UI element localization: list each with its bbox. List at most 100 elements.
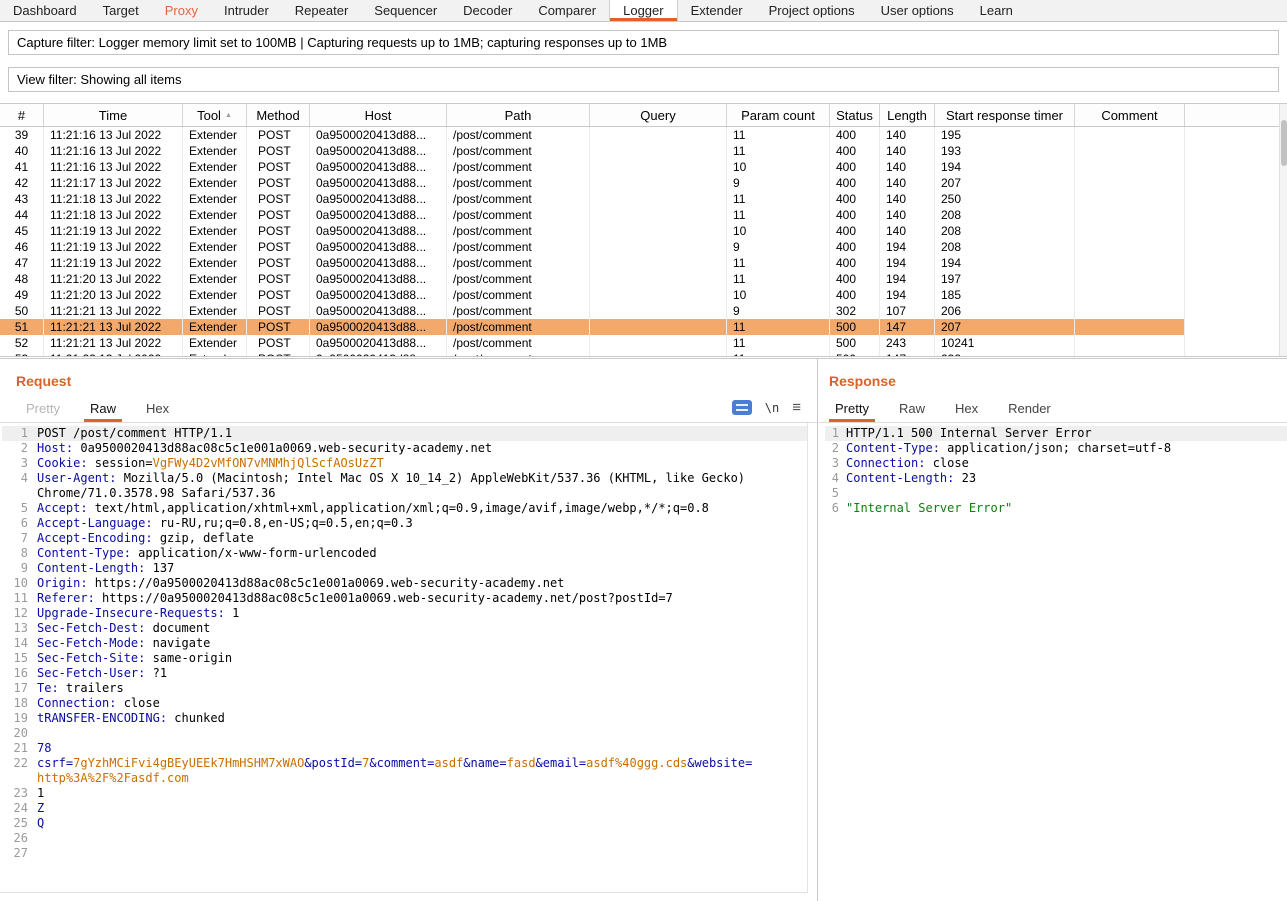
line-number: 6 xyxy=(2,516,28,531)
view-filter-bar[interactable]: View filter: Showing all items xyxy=(8,67,1279,92)
log-row-39[interactable]: 3911:21:16 13 Jul 2022ExtenderPOST0a9500… xyxy=(0,127,1279,143)
line-number: 3 xyxy=(825,456,839,471)
editor-settings-icon[interactable] xyxy=(732,400,752,415)
line-text: Origin: https://0a9500020413d88ac08c5c1e… xyxy=(37,576,754,591)
main-tab-proxy[interactable]: Proxy xyxy=(152,0,211,21)
row-filler xyxy=(1185,335,1279,351)
cell-comment xyxy=(1075,287,1185,303)
log-row-53[interactable]: 5311:21:22 13 Jul 2022ExtenderPOST0a9500… xyxy=(0,351,1279,357)
cell-host: 0a9500020413d88... xyxy=(310,223,447,239)
main-tab-learn[interactable]: Learn xyxy=(967,0,1026,21)
cell-length: 140 xyxy=(880,143,935,159)
cell-param-count: 9 xyxy=(727,239,830,255)
main-tab-extender[interactable]: Extender xyxy=(678,0,756,21)
line-number: 24 xyxy=(2,801,28,816)
main-tab-sequencer[interactable]: Sequencer xyxy=(361,0,450,21)
request-tab-hex[interactable]: Hex xyxy=(140,401,175,422)
log-row-48[interactable]: 4811:21:20 13 Jul 2022ExtenderPOST0a9500… xyxy=(0,271,1279,287)
log-row-45[interactable]: 4511:21:19 13 Jul 2022ExtenderPOST0a9500… xyxy=(0,223,1279,239)
column-header-comment[interactable]: Comment xyxy=(1075,104,1185,126)
log-row-40[interactable]: 4011:21:16 13 Jul 2022ExtenderPOST0a9500… xyxy=(0,143,1279,159)
log-row-46[interactable]: 4611:21:19 13 Jul 2022ExtenderPOST0a9500… xyxy=(0,239,1279,255)
cell-path: /post/comment xyxy=(447,223,590,239)
log-row-42[interactable]: 4211:21:17 13 Jul 2022ExtenderPOST0a9500… xyxy=(0,175,1279,191)
column-header-time[interactable]: Time xyxy=(44,104,183,126)
main-tab-intruder[interactable]: Intruder xyxy=(211,0,282,21)
log-row-50[interactable]: 5011:21:21 13 Jul 2022ExtenderPOST0a9500… xyxy=(0,303,1279,319)
line-number: 14 xyxy=(2,636,28,651)
scrollbar-thumb[interactable] xyxy=(1281,120,1287,166)
row-filler xyxy=(1185,175,1279,191)
log-row-52[interactable]: 5211:21:21 13 Jul 2022ExtenderPOST0a9500… xyxy=(0,335,1279,351)
line-text: POST /post/comment HTTP/1.1 xyxy=(37,426,754,441)
cell-tool: Extender xyxy=(183,335,247,351)
capture-filter-bar[interactable]: Capture filter: Logger memory limit set … xyxy=(8,30,1279,55)
table-vertical-scrollbar[interactable] xyxy=(1279,104,1287,356)
main-tab-user-options[interactable]: User options xyxy=(868,0,967,21)
main-tab-project-options[interactable]: Project options xyxy=(756,0,868,21)
column-header-method[interactable]: Method xyxy=(247,104,310,126)
response-tab-raw[interactable]: Raw xyxy=(893,401,931,422)
column-header-status[interactable]: Status xyxy=(830,104,880,126)
request-editor[interactable]: 1POST /post/comment HTTP/1.12Host: 0a950… xyxy=(0,423,808,893)
main-tab-logger[interactable]: Logger xyxy=(609,0,677,21)
line-text: Q xyxy=(37,816,754,831)
line-number: 23 xyxy=(2,786,28,801)
line-number: 9 xyxy=(2,561,28,576)
line-text: Cookie: session=VgFWy4D2vMfON7vMNMhjQlSc… xyxy=(37,456,754,471)
column-header-query[interactable]: Query xyxy=(590,104,727,126)
main-tab-target[interactable]: Target xyxy=(90,0,152,21)
cell-status: 400 xyxy=(830,255,880,271)
cell-time: 11:21:22 13 Jul 2022 xyxy=(44,351,183,357)
main-tab-dashboard[interactable]: Dashboard xyxy=(0,0,90,21)
request-line-18: 18Connection: close xyxy=(2,696,807,711)
row-filler xyxy=(1185,255,1279,271)
cell-number: 42 xyxy=(0,175,44,191)
log-row-43[interactable]: 4311:21:18 13 Jul 2022ExtenderPOST0a9500… xyxy=(0,191,1279,207)
line-number: 5 xyxy=(2,501,28,516)
line-number: 26 xyxy=(2,831,28,846)
cell-tool: Extender xyxy=(183,207,247,223)
cell-method: POST xyxy=(247,175,310,191)
cell-host: 0a9500020413d88... xyxy=(310,175,447,191)
log-row-49[interactable]: 4911:21:20 13 Jul 2022ExtenderPOST0a9500… xyxy=(0,287,1279,303)
main-tab-comparer[interactable]: Comparer xyxy=(525,0,609,21)
column-header-number[interactable]: # xyxy=(0,104,44,126)
line-number: 19 xyxy=(2,711,28,726)
request-line-16: 16Sec-Fetch-User: ?1 xyxy=(2,666,807,681)
column-header-length[interactable]: Length xyxy=(880,104,935,126)
cell-query xyxy=(590,127,727,143)
cell-status: 500 xyxy=(830,319,880,335)
cell-start-response-timer: 194 xyxy=(935,159,1075,175)
cell-method: POST xyxy=(247,207,310,223)
column-header-host[interactable]: Host xyxy=(310,104,447,126)
response-tab-render[interactable]: Render xyxy=(1002,401,1057,422)
cell-status: 400 xyxy=(830,143,880,159)
log-row-51[interactable]: 5111:21:21 13 Jul 2022ExtenderPOST0a9500… xyxy=(0,319,1279,335)
response-editor[interactable]: 1HTTP/1.1 500 Internal Server Error2Cont… xyxy=(819,423,1287,893)
request-tab-raw[interactable]: Raw xyxy=(84,401,122,422)
log-row-47[interactable]: 4711:21:19 13 Jul 2022ExtenderPOST0a9500… xyxy=(0,255,1279,271)
column-header-start-response-timer[interactable]: Start response timer xyxy=(935,104,1075,126)
table-header-row: #TimeTool▲MethodHostPathQueryParam count… xyxy=(0,104,1279,127)
row-filler xyxy=(1185,239,1279,255)
column-header-param-count[interactable]: Param count xyxy=(727,104,830,126)
cell-start-response-timer: 10241 xyxy=(935,335,1075,351)
row-filler xyxy=(1185,191,1279,207)
column-header-tool[interactable]: Tool▲ xyxy=(183,104,247,126)
cell-query xyxy=(590,223,727,239)
cell-comment xyxy=(1075,191,1185,207)
response-tab-hex[interactable]: Hex xyxy=(949,401,984,422)
main-tab-repeater[interactable]: Repeater xyxy=(282,0,361,21)
response-tab-pretty[interactable]: Pretty xyxy=(829,401,875,422)
main-tab-decoder[interactable]: Decoder xyxy=(450,0,525,21)
editor-menu-icon[interactable]: ≡ xyxy=(792,400,801,415)
cell-start-response-timer: 197 xyxy=(935,271,1075,287)
cell-param-count: 11 xyxy=(727,271,830,287)
column-header-path[interactable]: Path xyxy=(447,104,590,126)
log-row-41[interactable]: 4111:21:16 13 Jul 2022ExtenderPOST0a9500… xyxy=(0,159,1279,175)
newline-toggle-icon[interactable]: \n xyxy=(765,401,779,415)
request-tab-pretty[interactable]: Pretty xyxy=(20,401,66,422)
cell-comment xyxy=(1075,255,1185,271)
log-row-44[interactable]: 4411:21:18 13 Jul 2022ExtenderPOST0a9500… xyxy=(0,207,1279,223)
